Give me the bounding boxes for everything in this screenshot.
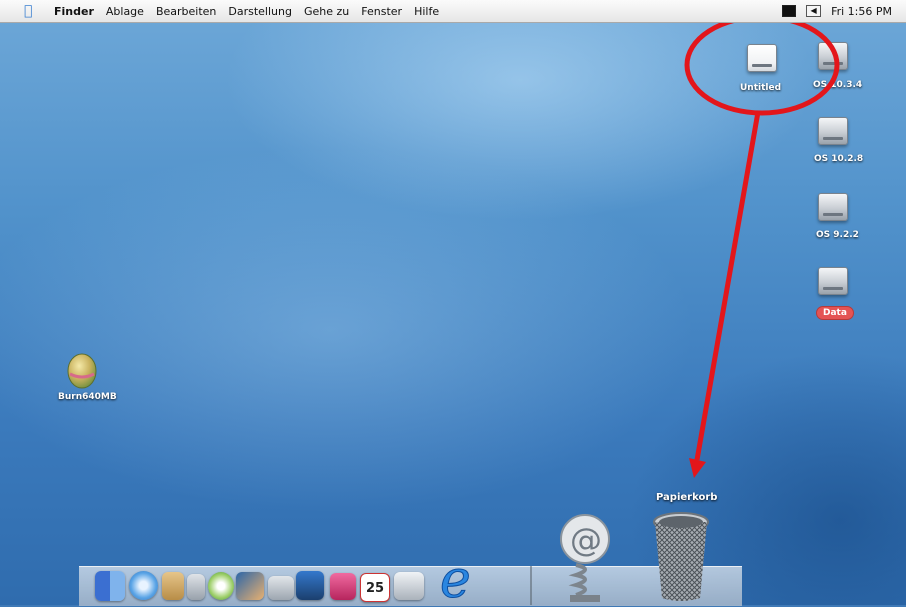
dock-finder-icon[interactable] [95, 571, 125, 601]
untitled-disk-label[interactable]: Untitled [740, 83, 781, 93]
menu-extras: ◀ Fri 1:56 PM [782, 0, 892, 22]
dock-yahoo-icon[interactable] [330, 573, 356, 600]
dock-safari-icon[interactable] [129, 571, 158, 600]
menu-hilfe[interactable]: Hilfe [414, 5, 439, 18]
menu-fenster[interactable]: Fenster [361, 5, 402, 18]
svg-text:@: @ [570, 521, 602, 559]
data-disk-label[interactable]: Data [816, 306, 854, 320]
os922-disk-label[interactable]: OS 9.2.2 [816, 230, 859, 240]
menu-bearbeiten[interactable]: Bearbeiten [156, 5, 216, 18]
apple-menu-icon[interactable]:  [24, 4, 40, 18]
svg-text:e: e [440, 553, 471, 601]
os1034-disk-icon[interactable] [818, 42, 848, 70]
dock-imovie-icon[interactable] [296, 571, 324, 600]
dock-internet-explorer-icon[interactable]: e [430, 550, 500, 607]
trash-icon[interactable] [652, 510, 710, 603]
dock-itunes-icon[interactable] [208, 572, 234, 600]
dock-ical-icon[interactable]: 25 [360, 573, 390, 602]
dock-ichat-icon[interactable] [187, 574, 205, 600]
menu-gehe-zu[interactable]: Gehe zu [304, 5, 349, 18]
trash-label: Papierkorb [656, 492, 718, 503]
dock-address-book-icon[interactable] [162, 572, 184, 600]
dock-separator [530, 566, 532, 605]
data-disk-icon[interactable] [818, 267, 848, 295]
menu-finder[interactable]: Finder [54, 5, 94, 18]
volume-icon[interactable]: ◀ [806, 5, 822, 17]
ical-date: 25 [365, 581, 385, 596]
burn-folder-icon[interactable] [64, 350, 100, 390]
os1028-disk-label[interactable]: OS 10.2.8 [814, 154, 863, 164]
menu-bar:  Finder Ablage Bearbeiten Darstellung G… [0, 0, 906, 23]
burn-folder-label[interactable]: Burn640MB [58, 392, 117, 402]
input-flag-icon[interactable] [782, 5, 797, 17]
dock-system-preferences-icon[interactable] [394, 572, 424, 600]
dock-iphoto-icon[interactable] [236, 572, 264, 600]
dock-mail-icon[interactable]: @ [558, 513, 612, 603]
os922-disk-icon[interactable] [818, 193, 848, 221]
os1028-disk-icon[interactable] [818, 117, 848, 145]
menu-ablage[interactable]: Ablage [106, 5, 144, 18]
untitled-disk-icon[interactable] [747, 44, 777, 72]
menu-clock[interactable]: Fri 1:56 PM [831, 5, 892, 18]
os1034-disk-label[interactable]: OS 10.3.4 [813, 80, 862, 90]
menu-darstellung[interactable]: Darstellung [228, 5, 292, 18]
dock-printer-icon[interactable] [268, 576, 294, 600]
